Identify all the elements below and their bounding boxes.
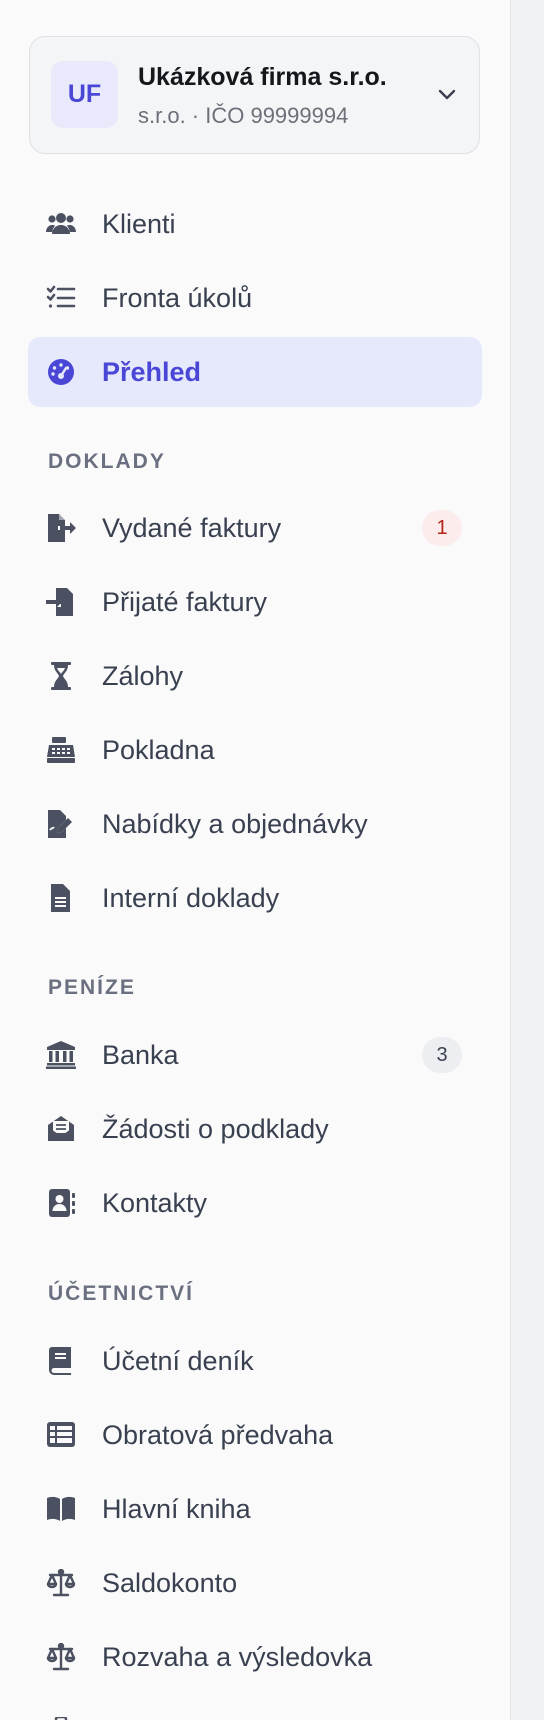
nav-item-label: Fronta úkolů xyxy=(102,283,253,313)
company-name: Ukázková firma s.r.o. xyxy=(138,63,387,91)
nav-item-label: Přehled xyxy=(102,357,202,387)
dashboard-gauge-icon xyxy=(46,358,76,386)
book-open-icon xyxy=(46,1495,76,1523)
nav-item-label: Nabídky a objednávky xyxy=(102,809,368,839)
nav-item-interni-doklady[interactable]: Interní doklady xyxy=(28,863,482,933)
nav-item-hlavni-kniha[interactable]: Hlavní kniha xyxy=(28,1474,482,1544)
company-switcher[interactable]: UF Ukázková firma s.r.o. s.r.o. · IČO 99… xyxy=(29,36,480,154)
file-import-icon xyxy=(46,588,76,616)
nav-item-zalohy[interactable]: Zálohy xyxy=(28,641,482,711)
nav-item-vydane-faktury[interactable]: Vydané faktury 1 xyxy=(28,493,482,563)
nav-item-prehled[interactable]: Přehled xyxy=(28,337,482,407)
notification-badge: 1 xyxy=(422,510,462,546)
nav-item-label: Klienti xyxy=(102,209,176,239)
nav-item-label: Rozvaha a výsledovka xyxy=(102,1642,373,1672)
nav-item-nabidky-a-objednavky[interactable]: Nabídky a objednávky xyxy=(28,789,482,859)
hourglass-icon xyxy=(46,662,76,690)
scale-balanced-icon xyxy=(46,1569,76,1597)
nav-item-label: Pokladna xyxy=(102,735,215,765)
nav-item-saldokonto[interactable]: Saldokonto xyxy=(28,1548,482,1618)
nav-item-fronta-ukolu[interactable]: Fronta úkolů xyxy=(28,263,482,333)
nav-item-label: Interní doklady xyxy=(102,883,280,913)
nav-item-label: Kontakty xyxy=(102,1188,208,1218)
nav-item-pokladna[interactable]: Pokladna xyxy=(28,715,482,785)
envelope-open-icon xyxy=(46,1115,76,1143)
cash-register-icon xyxy=(46,736,76,764)
nav-item-label: Obratová předvaha xyxy=(102,1420,334,1450)
nav-item-label: Saldokonto xyxy=(102,1568,238,1598)
nav-item-label: Účetní deník xyxy=(102,1346,254,1376)
nav-item-prijate-faktury[interactable]: Přijaté faktury xyxy=(28,567,482,637)
nav-item-label: Hlavní kniha xyxy=(102,1494,251,1524)
table-list-icon xyxy=(46,1421,76,1449)
nav-item-label: Žádosti o podklady xyxy=(102,1114,329,1144)
section-heading-doklady: DOKLADY xyxy=(48,450,166,473)
section-heading-penize: PENÍZE xyxy=(48,976,136,999)
nav-item-ucetni-denik[interactable]: Účetní deník xyxy=(28,1326,482,1396)
nav-item-obratova-predvaha[interactable]: Obratová předvaha xyxy=(28,1400,482,1470)
task-list-icon xyxy=(46,284,76,312)
address-book-icon xyxy=(46,1189,76,1217)
file-signature-icon xyxy=(46,810,76,838)
chevron-down-icon xyxy=(438,89,456,100)
nav-item-label: Banka xyxy=(102,1040,179,1070)
file-export-icon xyxy=(46,514,76,542)
scale-balanced-icon xyxy=(46,1643,76,1671)
company-avatar: UF xyxy=(51,61,118,128)
users-icon xyxy=(46,210,76,238)
section-heading-ucetnictvi: ÚČETNICTVÍ xyxy=(48,1282,194,1305)
nav-item-label: Vydané faktury xyxy=(102,513,282,543)
count-badge: 3 xyxy=(422,1037,462,1073)
document-icon xyxy=(46,884,76,912)
company-subtitle: s.r.o. · IČO 99999994 xyxy=(138,103,349,128)
nav-item-rozvaha-a-vysledovka[interactable]: Rozvaha a výsledovka xyxy=(28,1622,482,1692)
nav-item-label: Přijaté faktury xyxy=(102,587,268,617)
nav-item-kontakty[interactable]: Kontakty xyxy=(28,1168,482,1238)
nav-item-zadosti-o-podklady[interactable]: Žádosti o podklady xyxy=(28,1094,482,1164)
nav-item-banka[interactable]: Banka 3 xyxy=(28,1020,482,1090)
nav-item-label: Zálohy xyxy=(102,661,184,691)
book-icon xyxy=(46,1347,76,1375)
nav-item-partial[interactable] xyxy=(28,1696,482,1720)
nav-item-klienti[interactable]: Klienti xyxy=(28,189,482,259)
sidebar: UF Ukázková firma s.r.o. s.r.o. · IČO 99… xyxy=(0,0,511,1720)
bank-icon xyxy=(46,1041,76,1069)
